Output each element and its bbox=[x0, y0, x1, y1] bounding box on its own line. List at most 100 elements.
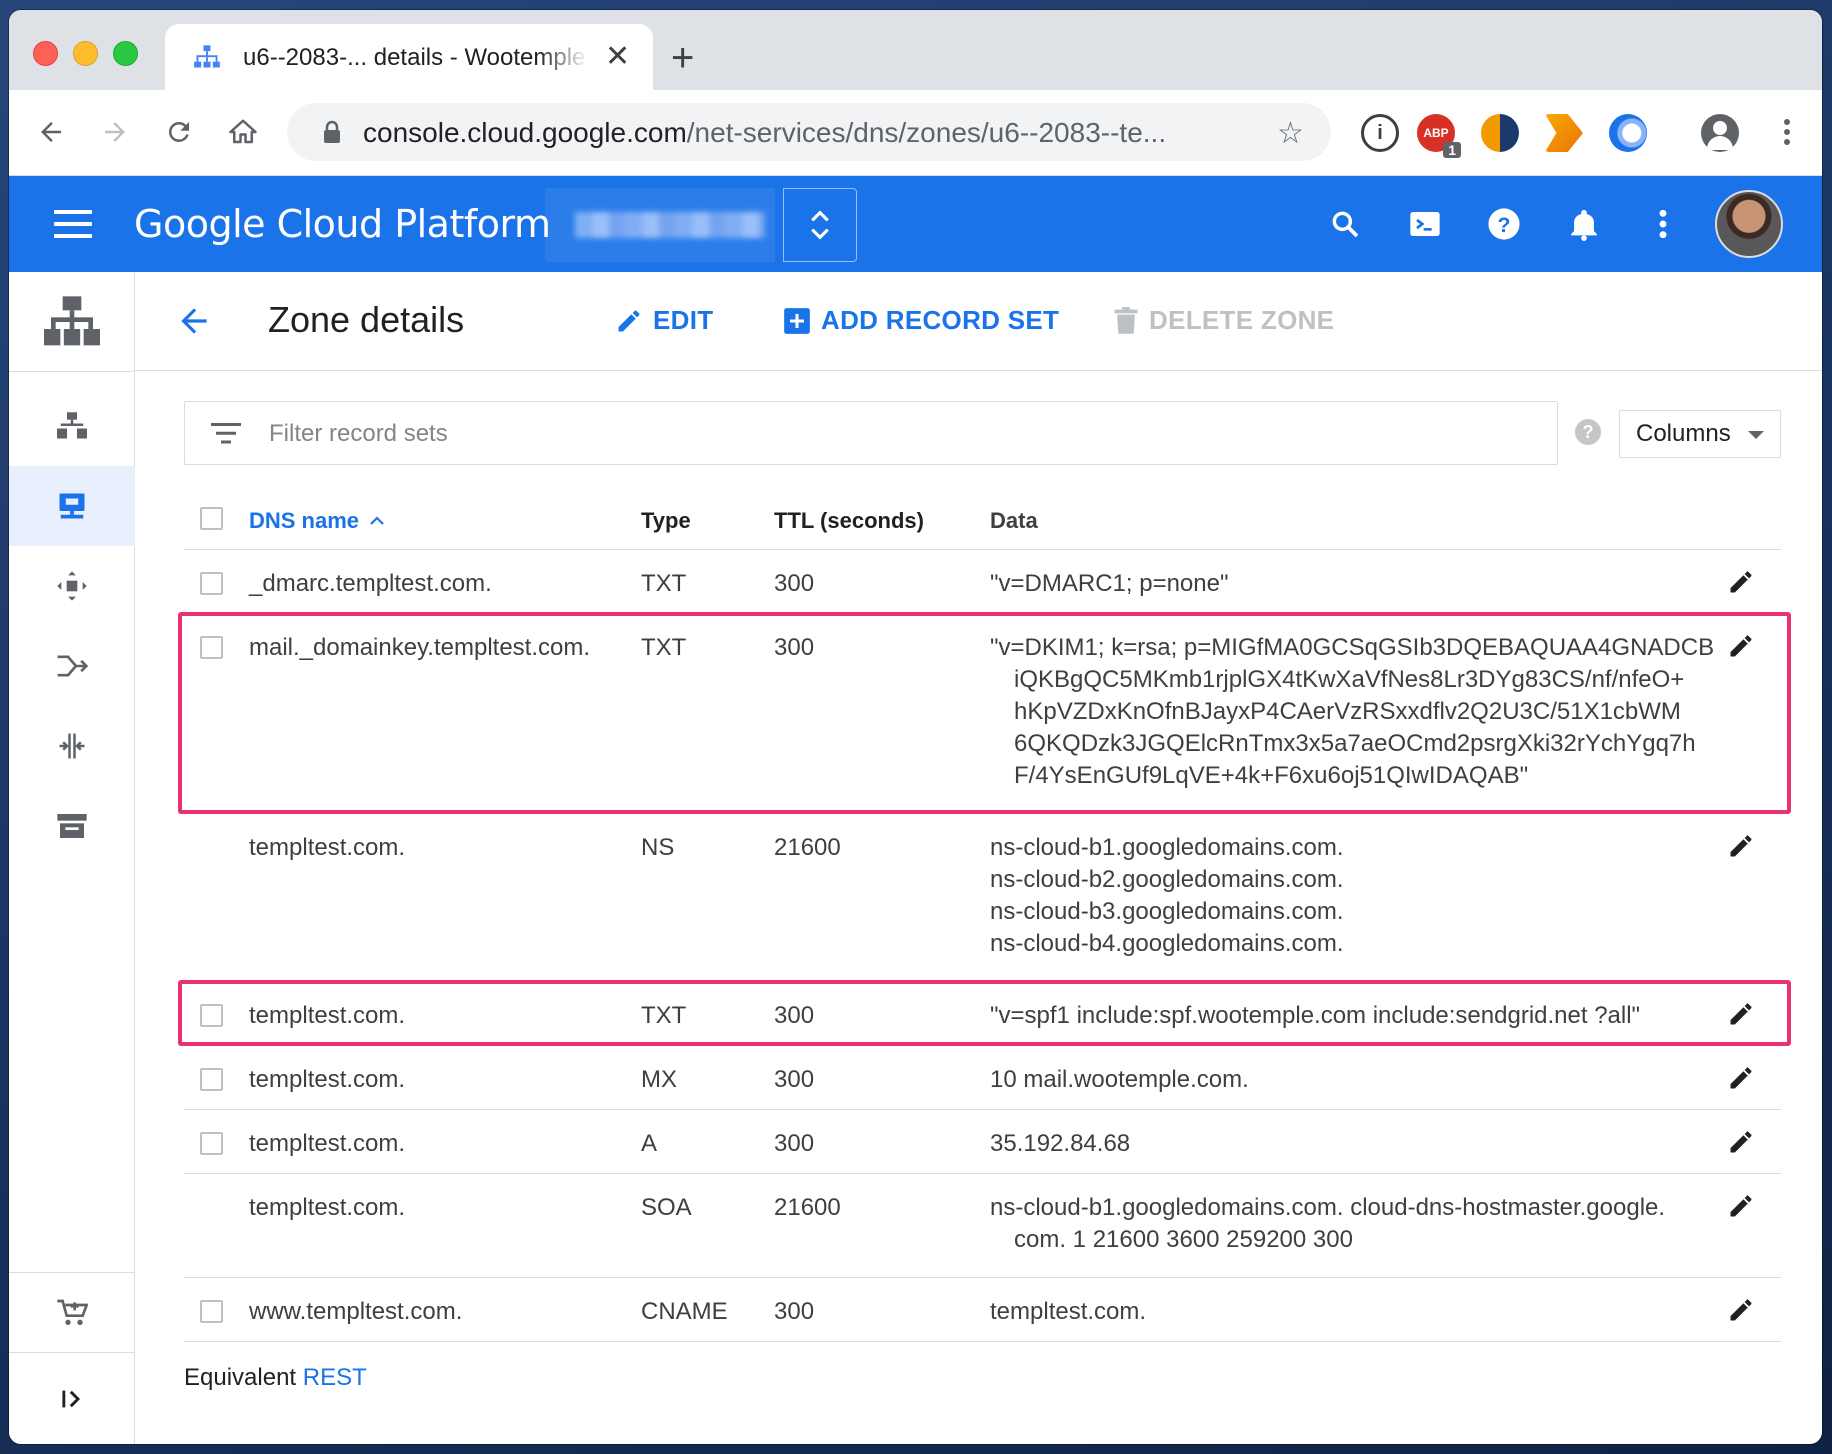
project-selector[interactable] bbox=[545, 188, 775, 262]
vpn-icon[interactable] bbox=[1609, 114, 1647, 152]
data-line: 10 mail.wootemple.com. bbox=[990, 1066, 1249, 1093]
edit-record-pencil-icon[interactable] bbox=[1727, 1064, 1755, 1092]
add-box-icon bbox=[784, 307, 810, 334]
columns-button[interactable]: Columns bbox=[1619, 410, 1781, 458]
table-row[interactable]: templtest.com. NS 21600 ns-cloud-b1.googled… bbox=[184, 814, 1781, 982]
more-options-icon[interactable] bbox=[1643, 204, 1683, 244]
table-row[interactable]: templtest.com. MX 300 10 mail.wootemple.com… bbox=[184, 1046, 1781, 1110]
data-line: ns-cloud-b4.googledomains.com. bbox=[990, 930, 1344, 957]
help-icon[interactable]: ? bbox=[1575, 419, 1601, 445]
adblock-badge: 1 bbox=[1443, 142, 1461, 158]
edit-record-pencil-icon[interactable] bbox=[1727, 568, 1755, 596]
dns-name-cell: mail._domainkey.templtest.com. bbox=[249, 634, 591, 661]
row-checkbox[interactable] bbox=[200, 1004, 223, 1027]
table-header: DNS name Type TTL (seconds) Data bbox=[184, 488, 1781, 550]
row-checkbox[interactable] bbox=[200, 572, 223, 595]
minimize-window-button[interactable] bbox=[73, 41, 98, 66]
more-vert-icon[interactable] bbox=[1767, 112, 1807, 152]
row-checkbox[interactable] bbox=[200, 1300, 223, 1323]
dns-name-cell: templtest.com. bbox=[249, 1130, 406, 1157]
bookmark-star-icon[interactable]: ☆ bbox=[1277, 116, 1304, 151]
forward-arrow-icon[interactable] bbox=[95, 112, 135, 152]
edit-label: EDIT bbox=[653, 305, 714, 335]
table-row[interactable]: _dmarc.templtest.com. TXT 300 "v=DMARC1; p=… bbox=[184, 550, 1781, 614]
add-record-set-button[interactable]: ADD RECORD SET bbox=[783, 305, 1059, 336]
data-cell: templtest.com. bbox=[990, 1296, 1680, 1328]
edit-record-pencil-icon[interactable] bbox=[1727, 1296, 1755, 1324]
cloud-nat-icon[interactable] bbox=[9, 626, 135, 706]
table-body: _dmarc.templtest.com. TXT 300 "v=DMARC1; p=… bbox=[184, 550, 1781, 1342]
reload-icon[interactable] bbox=[159, 112, 199, 152]
user-avatar[interactable] bbox=[1715, 190, 1783, 258]
table-row[interactable]: templtest.com. TXT 300 "v=spf1 include:spf.… bbox=[184, 982, 1781, 1046]
filter-input[interactable] bbox=[269, 414, 1469, 454]
gcp-header: Google Cloud Platform ? bbox=[9, 176, 1822, 272]
tab-close-icon[interactable]: ✕ bbox=[605, 42, 630, 72]
marketplace-cart-icon[interactable] bbox=[9, 1272, 135, 1352]
data-cell: 35.192.84.68 bbox=[990, 1128, 1680, 1160]
traffic-director-icon[interactable] bbox=[9, 706, 135, 786]
data-cell: "v=spf1 include:spf.wootemple.com includ… bbox=[990, 1000, 1680, 1032]
data-cell: ns-cloud-b1.googledomains.com. ns-cloud-b… bbox=[990, 832, 1680, 960]
table-row[interactable]: templtest.com. SOA 21600 ns-cloud-b1.google… bbox=[184, 1174, 1781, 1278]
unfold-icon[interactable] bbox=[783, 188, 857, 262]
adblock-icon[interactable]: ABP 1 bbox=[1417, 114, 1461, 158]
close-window-button[interactable] bbox=[33, 41, 58, 66]
delete-zone-button[interactable]: DELETE ZONE bbox=[1113, 305, 1334, 336]
row-checkbox[interactable] bbox=[200, 1132, 223, 1155]
cloud-cdn-icon[interactable] bbox=[9, 546, 135, 626]
notifications-bell-icon[interactable] bbox=[1564, 204, 1604, 244]
dns-name-cell: templtest.com. bbox=[249, 1066, 406, 1093]
edit-record-pencil-icon[interactable] bbox=[1727, 1128, 1755, 1156]
cloud-shell-icon[interactable] bbox=[1405, 204, 1445, 244]
edit-record-pencil-icon[interactable] bbox=[1727, 1192, 1755, 1220]
back-arrow-icon[interactable] bbox=[175, 302, 213, 345]
type-cell: TXT bbox=[641, 634, 687, 661]
column-header-ttl[interactable]: TTL (seconds) bbox=[774, 508, 924, 534]
ttl-cell: 300 bbox=[774, 634, 815, 661]
data-line: "v=DMARC1; p=none" bbox=[990, 570, 1229, 597]
home-icon[interactable] bbox=[223, 112, 263, 152]
cloud-dns-icon[interactable] bbox=[9, 466, 135, 546]
info-icon[interactable]: i bbox=[1361, 114, 1399, 152]
type-cell: SOA bbox=[641, 1194, 692, 1221]
dns-name-cell: www.templtest.com. bbox=[249, 1298, 463, 1325]
row-checkbox[interactable] bbox=[200, 1068, 223, 1091]
edit-record-pencil-icon[interactable] bbox=[1727, 832, 1755, 860]
table-row[interactable]: www.templtest.com. CNAME 300 templtest.com. bbox=[184, 1278, 1781, 1342]
back-arrow-icon[interactable] bbox=[31, 112, 71, 152]
address-bar[interactable]: console.cloud.google.com/net-services/dn… bbox=[287, 103, 1331, 161]
trash-icon bbox=[1114, 306, 1138, 334]
dns-name-header-label: DNS name bbox=[249, 508, 360, 533]
browser-tab[interactable]: u6--2083-... details - Wootemple ✕ bbox=[165, 24, 653, 90]
filter-bar bbox=[184, 401, 1558, 465]
select-all-checkbox[interactable] bbox=[200, 507, 223, 530]
load-balancing-icon[interactable] bbox=[9, 386, 135, 466]
search-icon[interactable] bbox=[1325, 204, 1365, 244]
app-title: Google Cloud Platform bbox=[134, 202, 551, 246]
d3-icon[interactable] bbox=[1545, 114, 1583, 152]
row-checkbox[interactable] bbox=[200, 636, 223, 659]
service-directory-icon[interactable] bbox=[9, 786, 135, 866]
record-sets-table: DNS name Type TTL (seconds) Data _dmarc.… bbox=[178, 488, 1791, 1342]
dns-name-cell: _dmarc.templtest.com. bbox=[249, 570, 492, 597]
sync-icon[interactable] bbox=[1481, 114, 1519, 152]
help-icon[interactable]: ? bbox=[1484, 204, 1524, 244]
page-title: Zone details bbox=[268, 299, 465, 340]
profile-icon[interactable] bbox=[1701, 114, 1739, 152]
table-row[interactable]: mail._domainkey.templtest.com. TXT 300 "v=D… bbox=[184, 614, 1781, 814]
hamburger-menu-icon[interactable] bbox=[54, 210, 92, 238]
ttl-cell: 300 bbox=[774, 1298, 815, 1325]
edit-button[interactable]: EDIT bbox=[615, 305, 713, 336]
svg-text:?: ? bbox=[1498, 213, 1511, 237]
edit-record-pencil-icon[interactable] bbox=[1727, 1000, 1755, 1028]
column-header-dns-name[interactable]: DNS name bbox=[249, 508, 385, 534]
project-name-redacted bbox=[575, 212, 765, 238]
new-tab-button[interactable]: + bbox=[671, 38, 694, 78]
expand-nav-icon[interactable] bbox=[9, 1352, 135, 1444]
rest-link[interactable]: REST bbox=[303, 1364, 367, 1391]
maximize-window-button[interactable] bbox=[113, 41, 138, 66]
table-row[interactable]: templtest.com. A 300 35.192.84.68 bbox=[184, 1110, 1781, 1174]
column-header-type[interactable]: Type bbox=[641, 508, 691, 534]
edit-record-pencil-icon[interactable] bbox=[1727, 632, 1755, 660]
